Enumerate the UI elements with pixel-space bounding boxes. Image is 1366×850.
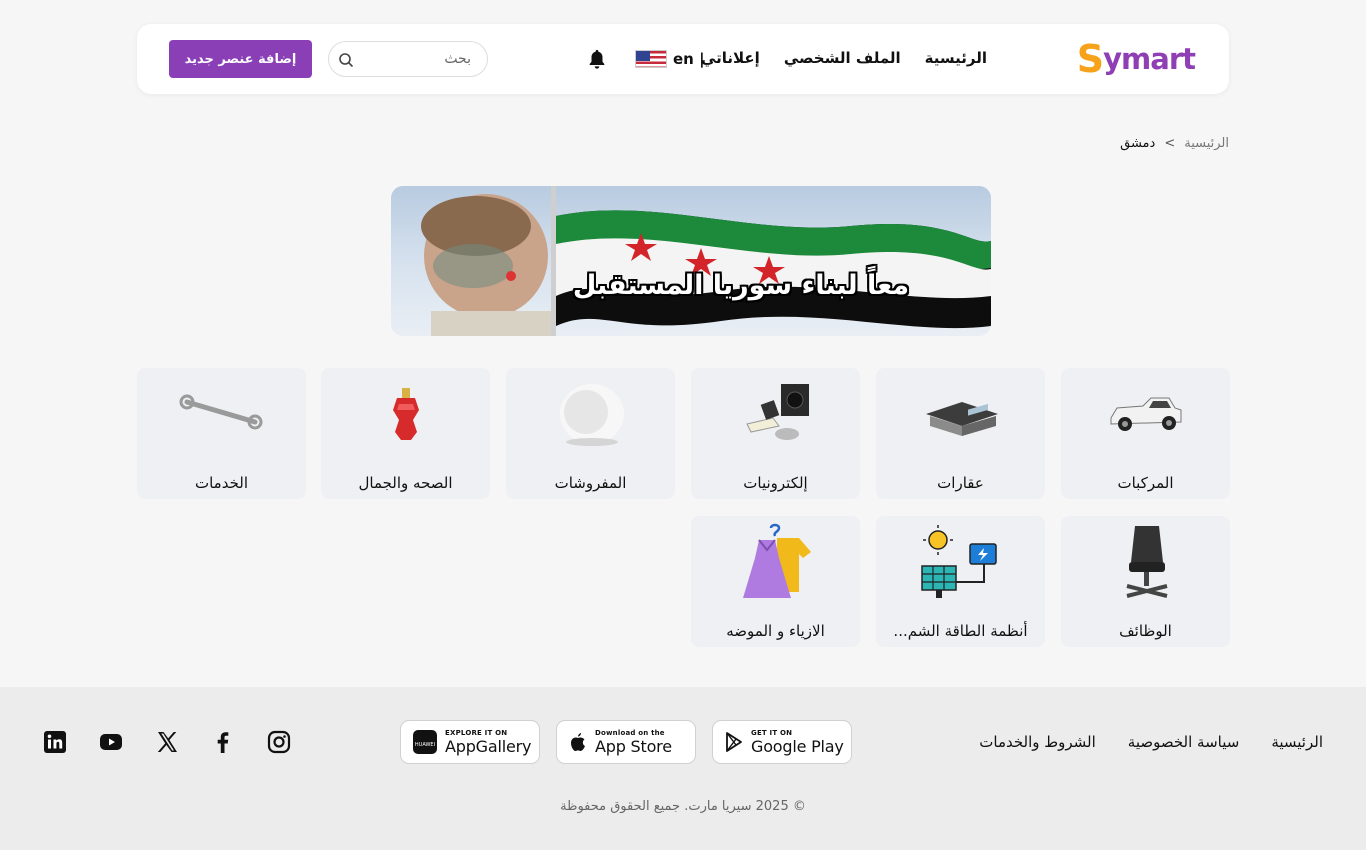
footer-home-link[interactable]: الرئيسية: [1271, 732, 1323, 752]
nav-profile-link[interactable]: الملف الشخصي: [784, 48, 901, 68]
svg-text:HUAWEI: HUAWEI: [415, 742, 435, 748]
google-play-icon: [726, 732, 742, 752]
app-store-badge[interactable]: Download on the App Store: [556, 720, 696, 764]
instagram-icon[interactable]: [267, 730, 291, 754]
category-label: الازياء و الموضه: [726, 622, 825, 640]
category-label: الخدمات: [194, 474, 249, 492]
google-play-small-text: GET IT ON: [751, 728, 793, 737]
category-card-jobs[interactable]: الوظائف: [1061, 516, 1230, 647]
category-card-electronics[interactable]: إلكترونيات: [691, 368, 860, 499]
perfume-icon: [393, 388, 419, 440]
x-icon[interactable]: [155, 730, 179, 754]
main-nav: الرئيسية الملف الشخصي إعلاناتي: [701, 48, 987, 68]
category-card-solar-energy[interactable]: أنظمة الطاقة الشم...: [876, 516, 1045, 647]
clothes-icon: [743, 523, 811, 598]
search-box: [328, 41, 488, 77]
category-label: المفروشات: [554, 474, 627, 492]
category-label: عقارات: [937, 474, 984, 492]
app-gallery-badge[interactable]: HUAWEI EXPLORE IT ON AppGallery: [400, 720, 540, 764]
language-switcher[interactable]: en |: [635, 48, 705, 70]
facebook-icon[interactable]: [211, 730, 235, 754]
site-footer: الرئيسية سياسة الخصوصية الشروط والخدمات …: [0, 687, 1366, 850]
app-store-small-text: Download on the: [595, 728, 665, 737]
language-label: en |: [673, 50, 705, 68]
footer-privacy-link[interactable]: سياسة الخصوصية: [1128, 732, 1240, 752]
google-play-big-text: Google Play: [751, 736, 844, 756]
nav-home-link[interactable]: الرئيسية: [925, 48, 987, 68]
wrench-icon: [179, 394, 263, 430]
category-label: الوظائف: [1119, 622, 1172, 640]
banner-slogan: معاً لبناء سوريا المستقبل: [572, 270, 910, 301]
category-label: إلكترونيات: [743, 474, 808, 492]
breadcrumb-home-link[interactable]: الرئيسية: [1184, 135, 1229, 153]
office-chair-icon: [1126, 526, 1168, 598]
category-card-fashion[interactable]: الازياء و الموضه: [691, 516, 860, 647]
notification-bell-icon[interactable]: [586, 47, 608, 71]
youtube-icon[interactable]: [99, 730, 123, 754]
promo-banner[interactable]: معاً لبناء سوريا المستقبل: [391, 186, 991, 336]
category-card-vehicles[interactable]: المركبات: [1061, 368, 1230, 499]
nav-my-ads-link[interactable]: إعلاناتي: [701, 48, 760, 68]
huawei-appgallery-icon: HUAWEI: [413, 730, 437, 754]
solar-energy-icon: [921, 525, 997, 598]
house-icon: [926, 402, 998, 436]
breadcrumb: الرئيسية > دمشق: [1120, 135, 1229, 153]
google-play-badge[interactable]: GET IT ON Google Play: [712, 720, 852, 764]
breadcrumb-current: دمشق: [1120, 136, 1156, 151]
linkedin-icon[interactable]: [43, 730, 67, 754]
category-card-real-estate[interactable]: عقارات: [876, 368, 1045, 499]
category-card-furniture[interactable]: المفروشات: [506, 368, 675, 499]
us-flag-icon: [635, 50, 667, 68]
app-store-big-text: App Store: [595, 736, 672, 756]
footer-terms-link[interactable]: الشروط والخدمات: [979, 732, 1096, 752]
pickup-truck-icon: [1110, 397, 1182, 431]
app-gallery-small-text: EXPLORE IT ON: [445, 728, 508, 737]
syrian-flag-child-image: [421, 186, 991, 336]
breadcrumb-separator: >: [1164, 136, 1176, 151]
armchair-icon: [560, 384, 624, 446]
app-gallery-big-text: AppGallery: [445, 736, 532, 756]
footer-links: الرئيسية سياسة الخصوصية الشروط والخدمات: [979, 732, 1323, 752]
search-icon[interactable]: [338, 52, 354, 68]
symart-logo[interactable]: Symart: [1077, 37, 1196, 81]
electronics-icon: [746, 384, 809, 440]
category-label: المركبات: [1117, 474, 1174, 492]
apple-icon: [571, 733, 585, 751]
copyright-text: © 2025 سيريا مارت. جميع الحقوق محفوظة: [560, 799, 806, 814]
search-input[interactable]: [345, 51, 471, 67]
add-new-item-button[interactable]: إضافة عنصر جديد: [169, 40, 312, 78]
top-header: Symart الرئيسية الملف الشخصي إعلاناتي en…: [137, 24, 1229, 94]
category-label: الصحه والجمال: [358, 474, 453, 492]
category-label: أنظمة الطاقة الشم...: [893, 622, 1028, 640]
category-card-services[interactable]: الخدمات: [137, 368, 306, 499]
category-card-health-beauty[interactable]: الصحه والجمال: [321, 368, 490, 499]
